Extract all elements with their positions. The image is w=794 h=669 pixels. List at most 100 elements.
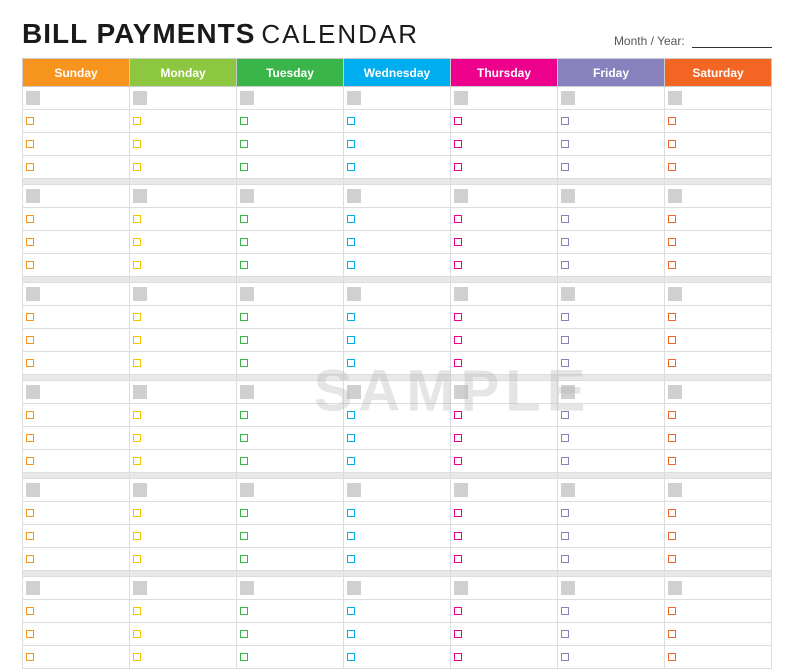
checkbox[interactable] (133, 607, 141, 615)
checkbox[interactable] (561, 532, 569, 540)
item-cell[interactable] (451, 600, 558, 623)
checkbox[interactable] (26, 555, 34, 563)
checkbox[interactable] (240, 313, 248, 321)
item-cell[interactable] (558, 156, 665, 179)
item-cell[interactable] (130, 427, 237, 450)
checkbox[interactable] (26, 532, 34, 540)
item-cell[interactable] (130, 623, 237, 646)
checkbox[interactable] (26, 238, 34, 246)
checkbox[interactable] (26, 140, 34, 148)
checkbox[interactable] (26, 163, 34, 171)
item-cell[interactable] (130, 450, 237, 473)
checkbox[interactable] (240, 117, 248, 125)
item-cell[interactable] (23, 623, 130, 646)
item-cell[interactable] (558, 600, 665, 623)
checkbox[interactable] (668, 215, 676, 223)
item-cell[interactable] (665, 156, 772, 179)
item-cell[interactable] (344, 525, 451, 548)
checkbox[interactable] (668, 313, 676, 321)
item-cell[interactable] (558, 329, 665, 352)
checkbox[interactable] (240, 555, 248, 563)
checkbox[interactable] (454, 238, 462, 246)
checkbox[interactable] (668, 411, 676, 419)
item-cell[interactable] (344, 623, 451, 646)
item-cell[interactable] (558, 623, 665, 646)
checkbox[interactable] (668, 261, 676, 269)
item-cell[interactable] (558, 525, 665, 548)
item-cell[interactable] (23, 352, 130, 375)
checkbox[interactable] (561, 140, 569, 148)
item-cell[interactable] (344, 231, 451, 254)
checkbox[interactable] (240, 411, 248, 419)
item-cell[interactable] (23, 646, 130, 669)
item-cell[interactable] (23, 110, 130, 133)
item-cell[interactable] (237, 133, 344, 156)
checkbox[interactable] (454, 411, 462, 419)
item-cell[interactable] (237, 231, 344, 254)
checkbox[interactable] (561, 509, 569, 517)
checkbox[interactable] (240, 140, 248, 148)
item-cell[interactable] (558, 646, 665, 669)
item-cell[interactable] (558, 254, 665, 277)
item-cell[interactable] (451, 450, 558, 473)
item-cell[interactable] (558, 133, 665, 156)
checkbox[interactable] (347, 509, 355, 517)
item-cell[interactable] (344, 646, 451, 669)
checkbox[interactable] (240, 336, 248, 344)
item-cell[interactable] (344, 156, 451, 179)
item-cell[interactable] (665, 525, 772, 548)
item-cell[interactable] (558, 548, 665, 571)
checkbox[interactable] (240, 163, 248, 171)
checkbox[interactable] (133, 509, 141, 517)
checkbox[interactable] (668, 457, 676, 465)
item-cell[interactable] (665, 306, 772, 329)
item-cell[interactable] (237, 110, 344, 133)
item-cell[interactable] (130, 646, 237, 669)
item-cell[interactable] (665, 404, 772, 427)
item-cell[interactable] (237, 404, 344, 427)
item-cell[interactable] (237, 329, 344, 352)
item-cell[interactable] (665, 110, 772, 133)
item-cell[interactable] (23, 450, 130, 473)
item-cell[interactable] (23, 427, 130, 450)
item-cell[interactable] (130, 208, 237, 231)
item-cell[interactable] (451, 525, 558, 548)
item-cell[interactable] (344, 600, 451, 623)
item-cell[interactable] (344, 352, 451, 375)
checkbox[interactable] (133, 140, 141, 148)
checkbox[interactable] (347, 313, 355, 321)
item-cell[interactable] (237, 502, 344, 525)
checkbox[interactable] (668, 238, 676, 246)
checkbox[interactable] (668, 434, 676, 442)
item-cell[interactable] (130, 502, 237, 525)
item-cell[interactable] (665, 600, 772, 623)
checkbox[interactable] (240, 238, 248, 246)
item-cell[interactable] (558, 450, 665, 473)
checkbox[interactable] (668, 653, 676, 661)
checkbox[interactable] (26, 215, 34, 223)
checkbox[interactable] (347, 359, 355, 367)
item-cell[interactable] (344, 306, 451, 329)
item-cell[interactable] (451, 306, 558, 329)
checkbox[interactable] (347, 457, 355, 465)
checkbox[interactable] (454, 117, 462, 125)
checkbox[interactable] (347, 532, 355, 540)
checkbox[interactable] (561, 434, 569, 442)
item-cell[interactable] (451, 352, 558, 375)
checkbox[interactable] (347, 215, 355, 223)
checkbox[interactable] (668, 532, 676, 540)
item-cell[interactable] (23, 208, 130, 231)
checkbox[interactable] (561, 163, 569, 171)
item-cell[interactable] (665, 254, 772, 277)
item-cell[interactable] (237, 306, 344, 329)
checkbox[interactable] (454, 532, 462, 540)
item-cell[interactable] (130, 404, 237, 427)
item-cell[interactable] (130, 548, 237, 571)
checkbox[interactable] (561, 261, 569, 269)
checkbox[interactable] (668, 140, 676, 148)
checkbox[interactable] (133, 457, 141, 465)
checkbox[interactable] (561, 457, 569, 465)
item-cell[interactable] (344, 110, 451, 133)
item-cell[interactable] (23, 231, 130, 254)
checkbox[interactable] (347, 163, 355, 171)
